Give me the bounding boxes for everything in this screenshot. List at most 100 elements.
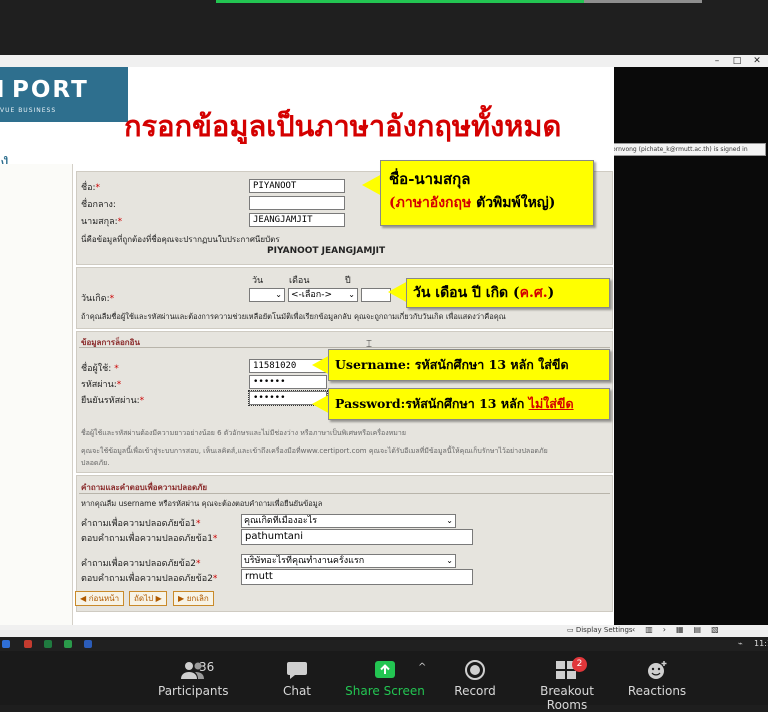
answer2-label: ตอบคำถามเพื่อความปลอดภัยข้อ2 [81, 574, 213, 584]
next-button[interactable]: ถัดไป ▶ [129, 591, 167, 606]
display-icon: ▭ [567, 626, 576, 634]
password-label: รหัสผ่าน: [81, 380, 117, 390]
middle-name-label: ชื่อกลาง: [81, 200, 116, 210]
last-name-input[interactable]: JEANGJAMJIT [249, 213, 345, 227]
windows-taskbar: ⌁ 11:1 [0, 637, 768, 651]
share-screen-icon [375, 661, 395, 678]
shared-screen-margin: Pichate Kunakornvong (pichate_k@rmutt.ac… [566, 67, 768, 635]
participants-button[interactable]: 36 Participants [158, 660, 229, 698]
breakout-rooms-button[interactable]: 2 Breakout Rooms [518, 657, 616, 712]
username-callout: Username: รหัสนักศึกษา 13 หลัก ใส่ขีด [328, 349, 610, 381]
question1-select[interactable]: คุณเกิดที่เมืองอะไร ⌄ [241, 514, 456, 528]
chevron-down-icon: ⌄ [446, 516, 453, 525]
next-arrow-icon: ▶ [153, 594, 162, 603]
birthdate-callout-red: ค.ศ. [519, 285, 548, 301]
security-subnote: หากคุณลืม username หรือรหัสผ่าน คุณจะต้อ… [81, 499, 323, 508]
year-header: ปี [345, 276, 351, 286]
display-settings-label: Display Settings [575, 626, 633, 634]
first-name-label: ชื่อ: [81, 183, 96, 193]
breakout-rooms-label: Breakout Rooms [540, 684, 594, 712]
reactions-label: Reactions [627, 684, 687, 698]
screen-share-indicator [216, 0, 584, 3]
question2-select[interactable]: บริษัทอะไรที่คุณทำงานครั้งแรก ⌄ [241, 554, 456, 568]
answer2-input[interactable]: rmutt [241, 569, 473, 585]
annotation-title: กรอกข้อมูลเป็นภาษาอังกฤษทั้งหมด [124, 109, 562, 143]
username-label: ชื่อผู้ใช้: [81, 364, 112, 374]
login-hint-usage-tail: ปลอดภัย. [81, 459, 110, 467]
certiport-banner: I PORT VUE BUSINESS [0, 67, 128, 122]
share-screen-label: Share Screen [345, 684, 425, 698]
login-hint-usage: คุณจะใช้ข้อมูลนี้เพื่อเข้าสู่ระบบการสอบ,… [81, 447, 548, 455]
record-icon [465, 660, 485, 680]
birth-day-select[interactable]: ⌄ [249, 288, 285, 302]
password-input[interactable]: •••••• [249, 375, 327, 389]
taskbar-clock: 11:1 [754, 639, 768, 648]
name-callout: ชื่อ-นามสกุล (ภาษาอังกฤษ ตัวพิมพ์ใหญ่) [380, 160, 594, 226]
chevron-down-icon: ⌄ [348, 290, 355, 299]
reactions-button[interactable]: Reactions [624, 660, 690, 698]
network-icon: ⌁ [738, 639, 743, 648]
close-button[interactable]: ✕ [747, 55, 767, 67]
share-screen-button[interactable]: Share Screen [345, 660, 425, 698]
certiport-registration-page: I PORT VUE BUSINESS กรอกข้อมูลเป็นภาษาอั… [0, 67, 614, 635]
maximize-button[interactable]: □ [727, 55, 747, 67]
birthdate-callout-text: วัน เดือน ปี เกิด ( [413, 285, 520, 301]
record-button[interactable]: Record [450, 660, 500, 698]
name-callout-black: ตัวพิมพ์ใหญ่) [471, 195, 556, 211]
minimize-button[interactable]: – [707, 55, 727, 67]
chat-label: Chat [282, 684, 312, 698]
month-header: เดือน [289, 276, 310, 286]
confirm-password-label: ยืนยันรหัสผ่าน: [81, 396, 140, 406]
birthdate-label: วันเกิด: [81, 294, 110, 304]
login-hint-length: ชื่อผู้ใช้และรหัสผ่านต้องมีความยาวอย่างน… [81, 429, 406, 437]
record-label: Record [454, 684, 496, 698]
certificate-full-name: PIYANOOT JEANGJAMJIT [267, 246, 386, 256]
top-bar-segment [584, 0, 702, 3]
chevron-down-icon: ⌄ [275, 290, 282, 299]
left-sidebar [0, 164, 73, 635]
certificate-note: นี่คือข้อมูลที่ถูกต้องที่ชื่อคุณจะปรากฏบ… [81, 235, 280, 244]
chat-button[interactable]: Chat [272, 660, 322, 698]
taskbar-app-icon[interactable] [64, 640, 72, 648]
day-header: วัน [252, 276, 264, 286]
callout-arrow-icon [362, 174, 382, 196]
logo-tagline: VUE BUSINESS [0, 107, 57, 114]
cancel-button[interactable]: ▶ ยกเลิก [173, 591, 214, 606]
share-options-chevron-icon[interactable]: ^ [418, 662, 426, 673]
answer1-input[interactable]: pathumtani [241, 529, 473, 545]
chat-icon [287, 662, 307, 679]
status-strip-icons: ‹▥›▦▤▧ [632, 625, 729, 634]
password-callout-text: Password:รหัสนักศึกษา 13 หลัก [335, 396, 529, 411]
birth-year-input[interactable] [361, 288, 391, 302]
reactions-icon [648, 661, 667, 679]
birthdate-callout: วัน เดือน ปี เกิด (ค.ศ.) [406, 278, 610, 308]
password-callout-red: ไม่ใส่ขีด [528, 396, 574, 411]
section-divider [79, 347, 610, 348]
name-callout-line1: ชื่อ-นามสกุล [389, 170, 471, 188]
taskbar-app-icon[interactable] [24, 640, 32, 648]
section-divider [79, 493, 610, 494]
middle-name-input[interactable] [249, 196, 345, 210]
last-name-label: นามสกุล: [81, 217, 118, 227]
password-callout: Password:รหัสนักศึกษา 13 หลัก ไม่ใส่ขีด [328, 388, 610, 420]
question1-label: คำถามเพื่อความปลอดภัยข้อ1 [81, 519, 196, 529]
name-callout-red: (ภาษาอังกฤษ [389, 195, 472, 211]
zoom-top-bar [0, 0, 768, 55]
callout-arrow-icon [388, 281, 408, 303]
back-button[interactable]: ◀ ก่อนหน้า [75, 591, 125, 606]
participants-label: Participants [158, 684, 229, 698]
window-titlebar [0, 55, 768, 67]
participants-count: 36 [199, 660, 215, 674]
browser-status-strip: ▭ Display Settings ‹▥›▦▤▧ [0, 625, 768, 637]
taskbar-word-icon[interactable] [84, 640, 92, 648]
taskbar-excel-icon[interactable] [44, 640, 52, 648]
birth-month-select[interactable]: <-เลือก-> ⌄ [288, 288, 358, 302]
cancel-arrow-icon: ▶ [178, 594, 187, 603]
first-name-input[interactable]: PIYANOOT [249, 179, 345, 193]
answer1-label: ตอบคำถามเพื่อความปลอดภัยข้อ1 [81, 534, 213, 544]
security-section: คำถามและคำตอบเพื่อความปลอดภัย หากคุณลืม … [75, 475, 613, 612]
taskbar-app-icon[interactable] [2, 640, 10, 648]
back-arrow-icon: ◀ [80, 594, 89, 603]
breakout-rooms-badge: 2 [572, 657, 587, 672]
mouse-cursor-icon: ⌶ [366, 339, 372, 350]
